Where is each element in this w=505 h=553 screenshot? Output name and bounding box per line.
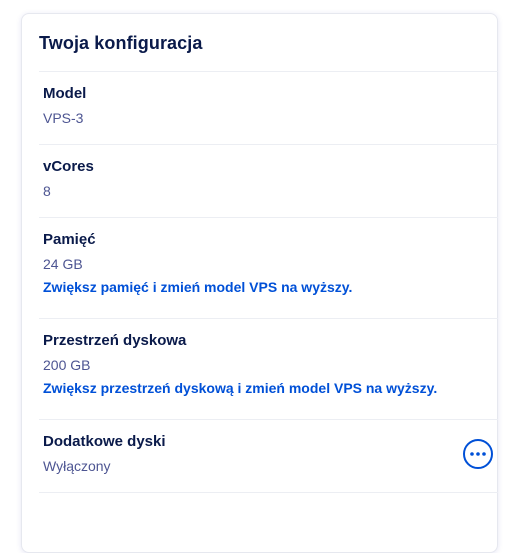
upgrade-disk-space-link[interactable]: Zwiększ przestrzeń dyskową i zmień model… — [43, 380, 437, 396]
additional-disks-label: Dodatkowe dyski — [43, 433, 166, 450]
card-title: Twoja konfiguracja — [39, 33, 203, 53]
disk-space-label: Przestrzeń dyskowa — [43, 332, 187, 349]
model-label: Model — [43, 85, 87, 102]
section-additional-disks: Dodatkowe dyski Wyłączony — [39, 419, 498, 492]
vcores-label: vCores — [43, 158, 94, 175]
section-disk-space: Przestrzeń dyskowa 200 GB Zwiększ przest… — [39, 318, 498, 419]
more-horizontal-icon — [470, 452, 486, 456]
memory-value: 24 GB — [43, 256, 83, 272]
section-model: Model VPS-3 — [39, 71, 498, 144]
vcores-value: 8 — [43, 183, 51, 199]
additional-disks-actions-button[interactable] — [463, 439, 493, 469]
memory-label: Pamięć — [43, 231, 96, 248]
disk-space-value: 200 GB — [43, 357, 91, 373]
model-value: VPS-3 — [43, 110, 84, 126]
section-memory: Pamięć 24 GB Zwiększ pamięć i zmień mode… — [39, 217, 498, 318]
section-vcores: vCores 8 — [39, 144, 498, 217]
configuration-card: Twoja konfiguracja Model VPS-3 vCores 8 … — [21, 13, 498, 553]
upgrade-memory-link[interactable]: Zwiększ pamięć i zmień model VPS na wyżs… — [43, 279, 352, 295]
bottom-divider — [39, 492, 498, 493]
additional-disks-value: Wyłączony — [43, 458, 111, 474]
